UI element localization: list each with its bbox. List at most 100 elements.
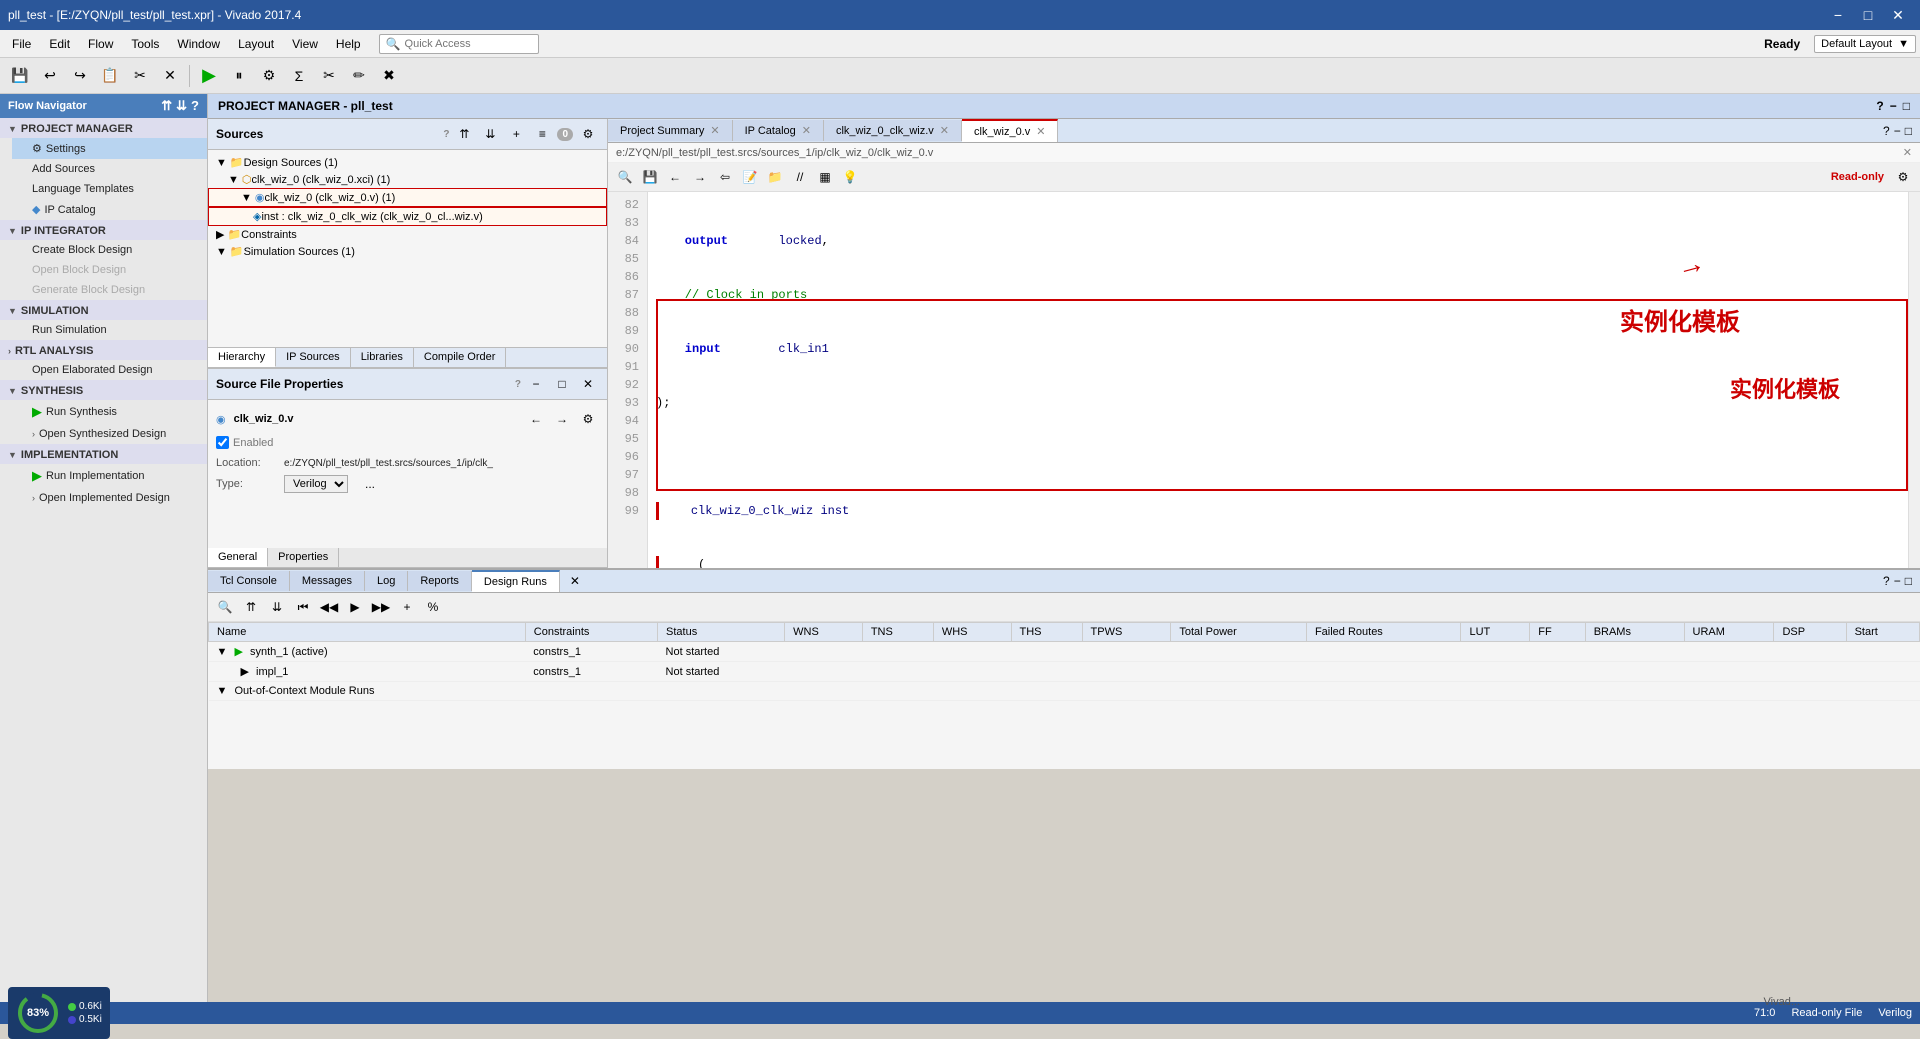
tab-project-summary-close[interactable]: ✕ xyxy=(710,124,719,137)
sigma-button[interactable]: Σ xyxy=(285,62,313,90)
nav-item-add-sources[interactable]: Add Sources xyxy=(12,159,207,179)
runs-play-button[interactable]: ▶ xyxy=(344,596,366,618)
nav-section-header-simulation[interactable]: ▼ SIMULATION xyxy=(0,300,207,320)
close-path-icon[interactable]: ✕ xyxy=(1903,146,1912,159)
sfp-back-button[interactable]: ← xyxy=(525,408,547,430)
menu-file[interactable]: File xyxy=(4,34,39,54)
tab-clk-wiz-clk-wiz-v[interactable]: clk_wiz_0_clk_wiz.v ✕ xyxy=(824,120,962,141)
bottom-help-icon[interactable]: ? xyxy=(1883,574,1890,588)
flow-nav-help-icon[interactable]: ? xyxy=(191,98,199,114)
tree-design-sources[interactable]: ▼ 📁 Design Sources (1) xyxy=(208,154,607,171)
search-input[interactable] xyxy=(405,38,525,50)
copy-button[interactable]: 📋 xyxy=(96,62,124,90)
tab-reports[interactable]: Reports xyxy=(408,571,472,591)
editor-settings-button[interactable]: ⚙ xyxy=(1892,166,1914,188)
nav-section-header-implementation[interactable]: ▼ IMPLEMENTATION xyxy=(0,444,207,464)
tab-clk-wiz-v-close[interactable]: ✕ xyxy=(1036,125,1045,138)
tab-ip-catalog[interactable]: IP Catalog ✕ xyxy=(733,120,824,141)
nav-section-header-rtl-analysis[interactable]: › RTL ANALYSIS xyxy=(0,340,207,360)
editor-prev-button[interactable]: ⇦ xyxy=(714,166,736,188)
sfp-minimize-button[interactable]: − xyxy=(525,373,547,395)
sources-list-button[interactable]: ≡ xyxy=(531,123,553,145)
maximize-button[interactable]: □ xyxy=(1854,3,1882,27)
sources-expand-button[interactable]: ⇊ xyxy=(479,123,501,145)
close-button[interactable]: ✕ xyxy=(1884,3,1912,27)
table-row[interactable]: ▶ impl_1 constrs_1 Not started xyxy=(209,662,1920,682)
nav-item-create-block-design[interactable]: Create Block Design xyxy=(12,240,207,260)
sfp-close-button[interactable]: ✕ xyxy=(577,373,599,395)
runs-prev-button[interactable]: ◀◀ xyxy=(318,596,340,618)
editor-search-button[interactable]: 🔍 xyxy=(614,166,636,188)
undo-button[interactable]: ↩ xyxy=(36,62,64,90)
tab-tcl-console[interactable]: Tcl Console xyxy=(208,571,290,591)
nav-item-open-implemented-design[interactable]: › Open Implemented Design xyxy=(12,488,207,508)
nav-item-language-templates[interactable]: Language Templates xyxy=(12,179,207,199)
editor-redo-button[interactable]: → xyxy=(689,166,711,188)
runs-next-button[interactable]: ▶▶ xyxy=(370,596,392,618)
minimize-button[interactable]: − xyxy=(1824,3,1852,27)
runs-search-button[interactable]: 🔍 xyxy=(214,596,236,618)
editor-table-button[interactable]: ▦ xyxy=(814,166,836,188)
tab-log[interactable]: Log xyxy=(365,571,408,591)
menu-help[interactable]: Help xyxy=(328,34,369,54)
sources-settings-button[interactable]: ⚙ xyxy=(577,123,599,145)
runs-percent-button[interactable]: % xyxy=(422,596,444,618)
pm-minimize-icon[interactable]: − xyxy=(1890,99,1897,113)
editor-maximize-icon[interactable]: □ xyxy=(1905,124,1912,138)
sfp-tab-properties[interactable]: Properties xyxy=(268,548,339,567)
nav-item-ip-catalog[interactable]: ◆ IP Catalog xyxy=(12,199,207,220)
layout-select[interactable]: Default Layout ▼ xyxy=(1814,35,1916,53)
tree-clk-wiz-v[interactable]: ▼ ◉ clk_wiz_0 (clk_wiz_0.v) (1) xyxy=(208,188,607,207)
menu-layout[interactable]: Layout xyxy=(230,34,282,54)
pm-maximize-icon[interactable]: □ xyxy=(1903,99,1910,113)
sfp-forward-button[interactable]: → xyxy=(551,408,573,430)
redo-button[interactable]: ↪ xyxy=(66,62,94,90)
pause-button[interactable]: ⏸ xyxy=(225,62,253,90)
nav-section-header-synthesis[interactable]: ▼ SYNTHESIS xyxy=(0,380,207,400)
nav-item-run-implementation[interactable]: ▶ Run Implementation xyxy=(12,464,207,488)
menu-flow[interactable]: Flow xyxy=(80,34,121,54)
sfp-tab-general[interactable]: General xyxy=(208,548,268,567)
editor-minimize-icon[interactable]: − xyxy=(1894,124,1901,138)
save-button[interactable]: 💾 xyxy=(6,62,34,90)
editor-scrollbar[interactable] xyxy=(1908,192,1920,568)
tree-simulation-sources[interactable]: ▼ 📁 Simulation Sources (1) xyxy=(208,243,607,260)
editor-help-icon[interactable]: ? xyxy=(1883,124,1890,138)
tab-ip-catalog-close[interactable]: ✕ xyxy=(802,124,811,137)
sfp-maximize-button[interactable]: □ xyxy=(551,373,573,395)
delete-button[interactable]: ✕ xyxy=(156,62,184,90)
runs-expand-button[interactable]: ⇊ xyxy=(266,596,288,618)
table-row[interactable]: ▼ Out-of-Context Module Runs xyxy=(209,682,1920,701)
sfp-type-select[interactable]: Verilog xyxy=(284,475,348,493)
menu-window[interactable]: Window xyxy=(169,34,228,54)
flow-nav-expand-icon[interactable]: ⇊ xyxy=(176,98,187,114)
menu-view[interactable]: View xyxy=(284,34,326,54)
tree-constraints[interactable]: ▶ 📁 Constraints xyxy=(208,226,607,243)
pm-help-icon[interactable]: ? xyxy=(1876,99,1883,113)
bottom-maximize-icon[interactable]: □ xyxy=(1905,574,1912,588)
table-row[interactable]: ▼ ▶ synth_1 (active) constrs_1 Not start… xyxy=(209,642,1920,662)
nav-item-open-synthesized-design[interactable]: › Open Synthesized Design xyxy=(12,424,207,444)
close-bottom-tab-button[interactable]: ✕ xyxy=(564,570,586,592)
tab-project-summary[interactable]: Project Summary ✕ xyxy=(608,120,733,141)
tab-clk-wiz-v[interactable]: clk_wiz_0.v ✕ xyxy=(962,119,1058,142)
x-button[interactable]: ✖ xyxy=(375,62,403,90)
nav-item-generate-block-design[interactable]: Generate Block Design xyxy=(12,280,207,300)
nav-item-open-block-design[interactable]: Open Block Design xyxy=(12,260,207,280)
tab-messages[interactable]: Messages xyxy=(290,571,365,591)
tab-clk-wiz-clk-wiz-v-close[interactable]: ✕ xyxy=(940,124,949,137)
editor-undo-button[interactable]: ← xyxy=(664,166,686,188)
nav-item-run-simulation[interactable]: Run Simulation xyxy=(12,320,207,340)
nav-item-open-elaborated-design[interactable]: Open Elaborated Design xyxy=(12,360,207,380)
editor-comment-button[interactable]: 📝 xyxy=(739,166,761,188)
edit-button[interactable]: ✏ xyxy=(345,62,373,90)
run-button[interactable]: ▶ xyxy=(195,62,223,90)
nav-section-header-project-manager[interactable]: ▼ PROJECT MANAGER xyxy=(0,118,207,138)
menu-tools[interactable]: Tools xyxy=(123,34,167,54)
sfp-enabled-checkbox[interactable] xyxy=(216,436,229,449)
tree-clk-wiz-xci[interactable]: ▼ ⬡ clk_wiz_0 (clk_wiz_0.xci) (1) xyxy=(208,171,607,188)
menu-edit[interactable]: Edit xyxy=(41,34,78,54)
cut-button[interactable]: ✂ xyxy=(126,62,154,90)
settings-button[interactable]: ⚙ xyxy=(255,62,283,90)
tab-hierarchy[interactable]: Hierarchy xyxy=(208,348,276,367)
